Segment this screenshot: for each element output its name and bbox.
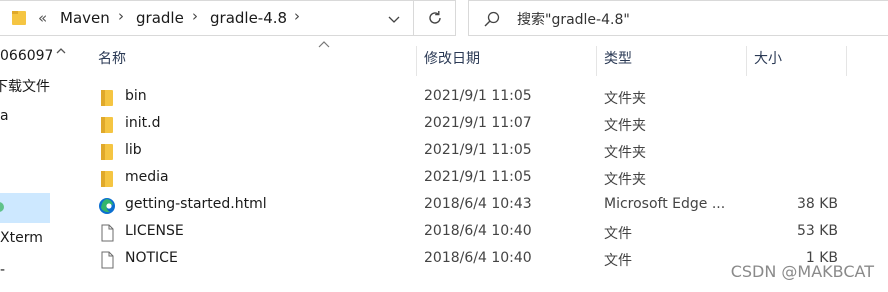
edge-icon: [99, 198, 115, 214]
column-divider[interactable]: [596, 46, 597, 76]
file-name: media: [125, 169, 169, 185]
file-size: 53 KB: [796, 223, 838, 239]
chevron-down-icon[interactable]: [386, 11, 402, 27]
file-date: 2021/9/1 11:05: [424, 88, 532, 104]
column-divider[interactable]: [846, 46, 847, 76]
column-divider[interactable]: [416, 46, 417, 76]
folder-icon: [101, 117, 113, 133]
column-header-type[interactable]: 类型: [604, 48, 632, 74]
folder-icon: [12, 11, 26, 25]
file-type: 文件夹: [604, 118, 646, 134]
file-name: NOTICE: [125, 250, 178, 266]
column-header-date[interactable]: 修改日期: [424, 48, 480, 74]
file-date: 2018/6/4 10:43: [424, 196, 532, 212]
file-row[interactable]: LICENSE 2018/6/4 10:40 文件 53 KB: [98, 219, 858, 246]
file-type: 文件: [604, 253, 632, 269]
chevron-up-icon[interactable]: [56, 46, 66, 56]
nav-item[interactable]: 下载文件: [0, 76, 50, 100]
file-name: lib: [125, 142, 142, 158]
file-type: Microsoft Edge ...: [604, 196, 726, 212]
file-name: getting-started.html: [125, 196, 267, 212]
search-box[interactable]: 搜索"gradle-4.8": [468, 0, 888, 36]
nav-item-label: a: [0, 108, 9, 124]
column-divider[interactable]: [746, 46, 747, 76]
file-row[interactable]: init.d 2021/9/1 11:07 文件夹: [98, 111, 858, 138]
breadcrumb-gradle[interactable]: gradle: [136, 9, 184, 27]
column-header-size[interactable]: 大小: [754, 48, 782, 74]
search-input[interactable]: 搜索"gradle-4.8": [517, 9, 630, 29]
column-header-name[interactable]: 名称: [98, 48, 126, 74]
nav-item-label: 下载文件: [0, 79, 50, 95]
nav-item[interactable]: -: [0, 262, 5, 286]
nav-item-selected[interactable]: [0, 193, 50, 223]
nav-item-icon: [0, 202, 4, 212]
nav-item-label: 066097: [0, 48, 52, 64]
file-type: 文件夹: [604, 172, 646, 188]
folder-icon: [101, 171, 113, 187]
file-date: 2021/9/1 11:05: [424, 142, 532, 158]
refresh-button[interactable]: [414, 0, 456, 36]
breadcrumb-overflow[interactable]: «: [38, 9, 47, 27]
folder-icon: [101, 144, 113, 160]
nav-item-label: -: [0, 262, 6, 278]
nav-item[interactable]: a: [0, 108, 9, 132]
file-type: 文件夹: [604, 91, 646, 107]
file-row[interactable]: lib 2021/9/1 11:05 文件夹: [98, 138, 858, 165]
file-row[interactable]: media 2021/9/1 11:05 文件夹: [98, 165, 858, 192]
breadcrumb-separator[interactable]: ›: [294, 7, 300, 25]
top-bar: « Maven › gradle › gradle-4.8 › 搜索"gradl…: [0, 0, 888, 38]
file-type: 文件夹: [604, 145, 646, 161]
file-date: 2018/6/4 10:40: [424, 223, 532, 239]
breadcrumb-separator[interactable]: ›: [118, 7, 124, 25]
navigation-pane: 066097 下载文件 a Xterm -: [0, 38, 52, 292]
nav-item-label: Xterm: [0, 230, 43, 246]
file-name: init.d: [125, 115, 161, 131]
nav-item[interactable]: Xterm: [0, 230, 43, 254]
address-bar[interactable]: « Maven › gradle › gradle-4.8 ›: [0, 0, 414, 36]
file-row[interactable]: getting-started.html 2018/6/4 10:43 Micr…: [98, 192, 858, 219]
file-name: bin: [125, 88, 147, 104]
file-icon: [101, 224, 114, 242]
nav-scrollbar[interactable]: [52, 38, 70, 292]
file-type: 文件: [604, 226, 632, 242]
refresh-icon: [428, 11, 441, 24]
file-date: 2021/9/1 11:07: [424, 115, 532, 131]
search-icon: [484, 11, 500, 27]
file-icon: [101, 251, 114, 269]
sort-ascending-icon: [318, 41, 330, 48]
file-name: LICENSE: [125, 223, 184, 239]
breadcrumb-separator[interactable]: ›: [192, 7, 198, 25]
breadcrumb-gradle-4-8[interactable]: gradle-4.8: [210, 9, 287, 27]
file-row[interactable]: bin 2021/9/1 11:05 文件夹: [98, 84, 858, 111]
file-size: 38 KB: [796, 196, 838, 212]
nav-item[interactable]: 066097: [0, 48, 52, 72]
file-date: 2021/9/1 11:05: [424, 169, 532, 185]
watermark: CSDN @MAKBCAT: [730, 262, 874, 281]
file-date: 2018/6/4 10:40: [424, 250, 532, 266]
breadcrumb-maven[interactable]: Maven: [60, 9, 110, 27]
folder-icon: [101, 90, 113, 106]
file-list: 名称 修改日期 类型 大小 bin 2021/9/1 11:05 文件夹 ini…: [70, 38, 888, 292]
